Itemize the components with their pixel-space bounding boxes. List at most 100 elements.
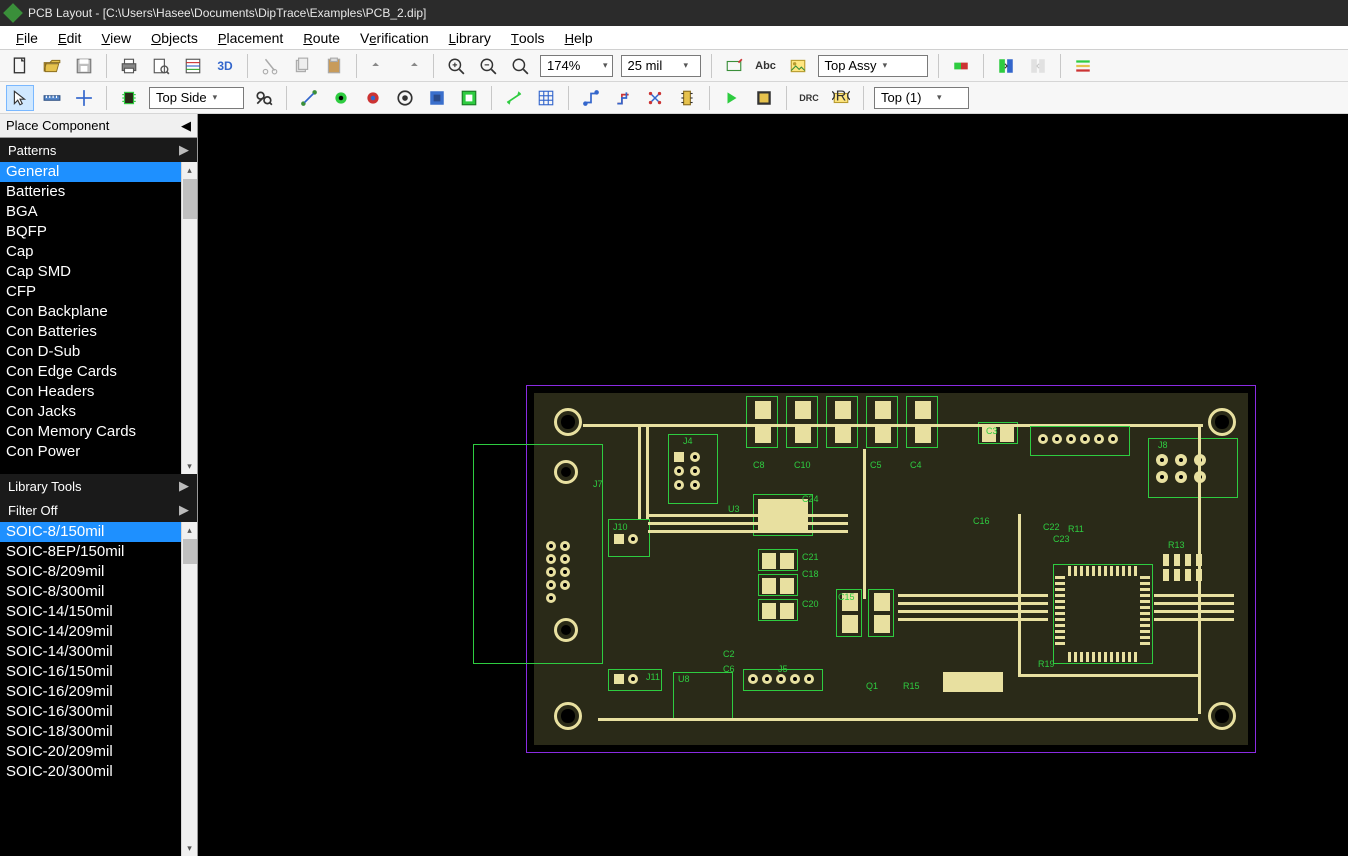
default-mode-button[interactable] bbox=[6, 85, 34, 111]
menu-verification[interactable]: Verification bbox=[350, 28, 439, 48]
fanout-button[interactable] bbox=[641, 85, 669, 111]
scrollbar[interactable]: ▴ ▾ bbox=[181, 522, 197, 856]
category-item[interactable]: Con Jacks bbox=[0, 402, 197, 422]
place-ratline-button[interactable] bbox=[295, 85, 323, 111]
place-mounting-hole-button[interactable] bbox=[391, 85, 419, 111]
menu-library[interactable]: Library bbox=[439, 28, 501, 48]
pattern-item[interactable]: SOIC-14/150mil bbox=[0, 602, 197, 622]
cut-button[interactable] bbox=[256, 53, 284, 79]
zoom-in-button[interactable] bbox=[442, 53, 470, 79]
category-item[interactable]: Con Power bbox=[0, 442, 197, 462]
layer-dropdown[interactable]: Top Assy▾ bbox=[818, 55, 928, 77]
layer-setup-button[interactable] bbox=[1069, 53, 1097, 79]
route-layer-dropdown[interactable]: Top (1)▾ bbox=[874, 87, 969, 109]
scroll-up-icon[interactable]: ▴ bbox=[182, 522, 197, 538]
menu-help[interactable]: Help bbox=[555, 28, 603, 48]
layer-display-button[interactable] bbox=[947, 53, 975, 79]
scrollbar[interactable]: ▴ ▾ bbox=[181, 162, 197, 474]
category-item[interactable]: CFP bbox=[0, 282, 197, 302]
place-component-header[interactable]: Place Component ◀ bbox=[0, 114, 197, 138]
origin-button[interactable] bbox=[70, 85, 98, 111]
category-item[interactable]: Con Batteries bbox=[0, 322, 197, 342]
pattern-item[interactable]: SOIC-14/300mil bbox=[0, 642, 197, 662]
scroll-up-icon[interactable]: ▴ bbox=[182, 162, 197, 178]
pattern-item[interactable]: SOIC-16/150mil bbox=[0, 662, 197, 682]
pattern-item[interactable]: SOIC-8EP/150mil bbox=[0, 542, 197, 562]
text-button[interactable]: Abc bbox=[752, 53, 780, 79]
autoroute-setup-button[interactable] bbox=[750, 85, 778, 111]
pcb-canvas[interactable]: J7 J4 bbox=[198, 114, 1348, 856]
route-manual-button[interactable] bbox=[577, 85, 605, 111]
scroll-down-icon[interactable]: ▾ bbox=[182, 840, 197, 856]
menu-objects[interactable]: Objects bbox=[141, 28, 208, 48]
menu-view[interactable]: View bbox=[91, 28, 141, 48]
zoom-dropdown[interactable]: 174%▾ bbox=[540, 55, 613, 77]
menu-edit[interactable]: Edit bbox=[48, 28, 91, 48]
print-button[interactable] bbox=[115, 53, 143, 79]
open-button[interactable] bbox=[38, 53, 66, 79]
menu-route[interactable]: Route bbox=[293, 28, 350, 48]
place-table-button[interactable] bbox=[532, 85, 560, 111]
category-item[interactable]: Con Backplane bbox=[0, 302, 197, 322]
measure-button[interactable] bbox=[38, 85, 66, 111]
titles-button[interactable] bbox=[179, 53, 207, 79]
drc-realtime-button[interactable]: DRC bbox=[827, 85, 855, 111]
category-item[interactable]: Con D-Sub bbox=[0, 342, 197, 362]
zoom-window-button[interactable] bbox=[506, 53, 534, 79]
pattern-item[interactable]: SOIC-8/300mil bbox=[0, 582, 197, 602]
pattern-item[interactable]: SOIC-8/150mil bbox=[0, 522, 197, 542]
picture-button[interactable] bbox=[784, 53, 812, 79]
place-board-outline-button[interactable] bbox=[455, 85, 483, 111]
filter-header[interactable]: Filter Off ▶ bbox=[0, 498, 197, 522]
renew-from-schematic-button[interactable] bbox=[992, 53, 1020, 79]
category-item[interactable]: Cap SMD bbox=[0, 262, 197, 282]
category-item[interactable]: General bbox=[0, 162, 197, 182]
back-annotate-button[interactable] bbox=[1024, 53, 1052, 79]
3d-button[interactable]: 3D bbox=[211, 53, 239, 79]
find-button[interactable] bbox=[250, 85, 278, 111]
save-button[interactable] bbox=[70, 53, 98, 79]
patterns-list[interactable]: SOIC-8/150milSOIC-8EP/150milSOIC-8/209mi… bbox=[0, 522, 197, 856]
pattern-item[interactable]: SOIC-20/300mil bbox=[0, 762, 197, 782]
scroll-down-icon[interactable]: ▾ bbox=[182, 458, 197, 474]
menu-tools[interactable]: Tools bbox=[501, 28, 555, 48]
pattern-item[interactable]: SOIC-20/209mil bbox=[0, 742, 197, 762]
preview-button[interactable] bbox=[147, 53, 175, 79]
pattern-item[interactable]: SOIC-16/300mil bbox=[0, 702, 197, 722]
place-pad-button[interactable] bbox=[327, 85, 355, 111]
menu-file[interactable]: File bbox=[6, 28, 48, 48]
scroll-thumb[interactable] bbox=[183, 179, 197, 219]
copy-button[interactable] bbox=[288, 53, 316, 79]
free-trace-button[interactable] bbox=[673, 85, 701, 111]
category-item[interactable]: Con Edge Cards bbox=[0, 362, 197, 382]
drc-button[interactable]: DRC bbox=[795, 85, 823, 111]
side-dropdown[interactable]: Top Side▾ bbox=[149, 87, 244, 109]
pattern-item[interactable]: SOIC-16/209mil bbox=[0, 682, 197, 702]
run-autoroute-button[interactable] bbox=[718, 85, 746, 111]
redo-button[interactable] bbox=[397, 53, 425, 79]
place-via-button[interactable] bbox=[359, 85, 387, 111]
place-component-button[interactable] bbox=[115, 85, 143, 111]
patterns-header[interactable]: Patterns ▶ bbox=[0, 138, 197, 162]
zoom-out-button[interactable] bbox=[474, 53, 502, 79]
pattern-item[interactable]: SOIC-8/209mil bbox=[0, 562, 197, 582]
category-item[interactable]: Con Memory Cards bbox=[0, 422, 197, 442]
paste-button[interactable] bbox=[320, 53, 348, 79]
new-button[interactable] bbox=[6, 53, 34, 79]
grid-dropdown[interactable]: 25 mil▾ bbox=[621, 55, 701, 77]
place-dimension-button[interactable] bbox=[500, 85, 528, 111]
pattern-item[interactable]: SOIC-18/300mil bbox=[0, 722, 197, 742]
category-item[interactable]: Cap bbox=[0, 242, 197, 262]
library-tools-header[interactable]: Library Tools ▶ bbox=[0, 474, 197, 498]
category-list[interactable]: GeneralBatteriesBGABQFPCapCap SMDCFPCon … bbox=[0, 162, 197, 474]
place-copper-pour-button[interactable] bbox=[423, 85, 451, 111]
category-item[interactable]: Con Headers bbox=[0, 382, 197, 402]
pattern-item[interactable]: SOIC-14/209mil bbox=[0, 622, 197, 642]
collapse-left-icon[interactable]: ◀ bbox=[181, 118, 191, 134]
edit-route-button[interactable] bbox=[609, 85, 637, 111]
category-item[interactable]: BQFP bbox=[0, 222, 197, 242]
category-item[interactable]: Batteries bbox=[0, 182, 197, 202]
undo-button[interactable] bbox=[365, 53, 393, 79]
component-markings-button[interactable] bbox=[720, 53, 748, 79]
menu-placement[interactable]: Placement bbox=[208, 28, 293, 48]
